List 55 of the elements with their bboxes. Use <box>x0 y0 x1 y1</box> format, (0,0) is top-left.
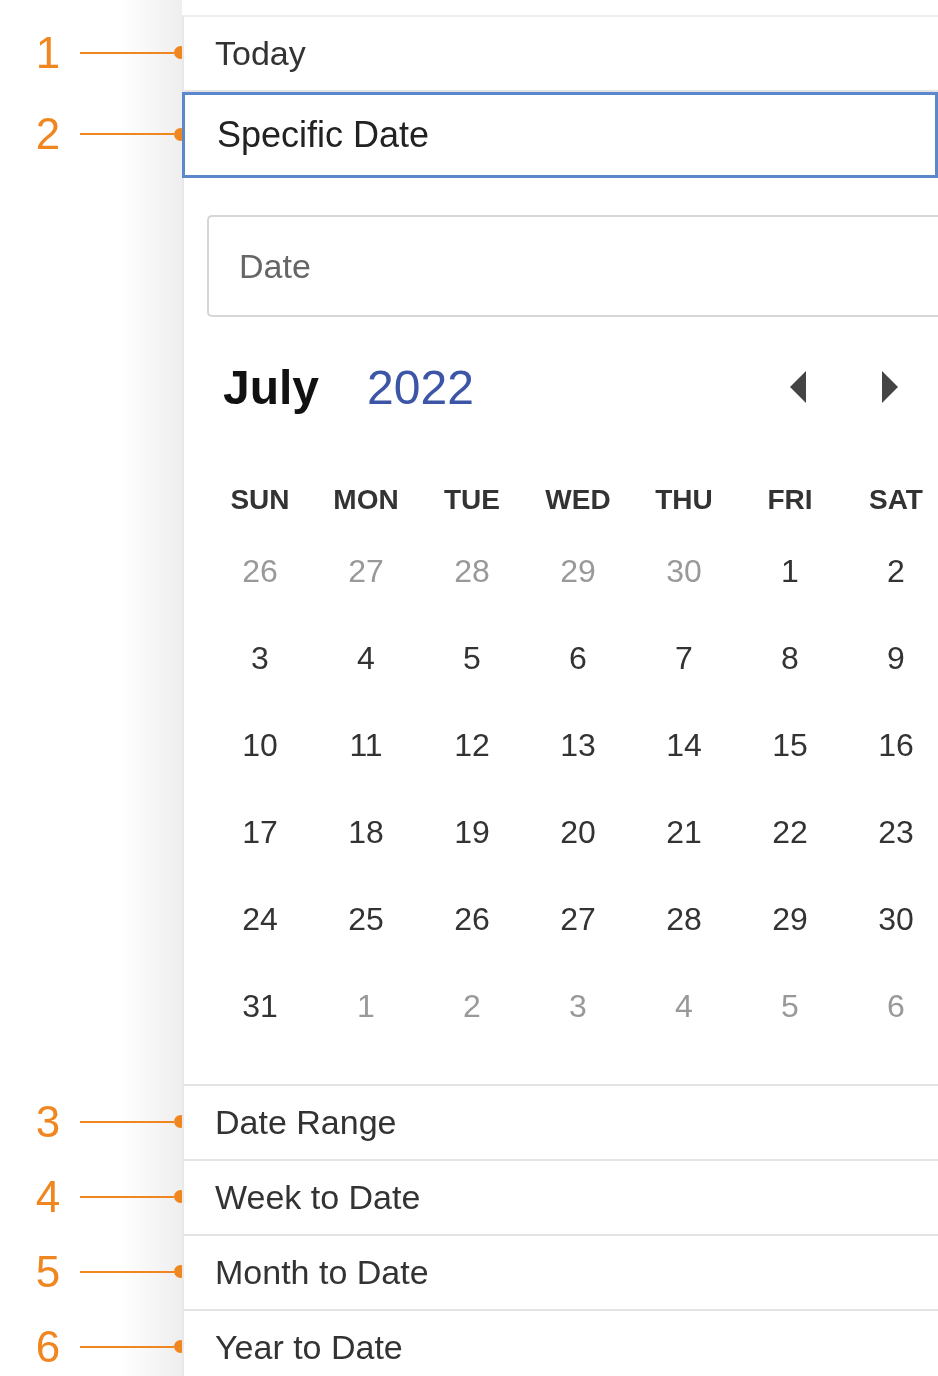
weekday-label: WED <box>545 484 611 516</box>
day-cell[interactable]: 6 <box>569 640 587 677</box>
day-cell[interactable]: 25 <box>348 901 384 938</box>
day-cell[interactable]: 20 <box>560 814 596 851</box>
day-cell[interactable]: 12 <box>454 727 490 764</box>
day-cell[interactable]: 17 <box>242 814 278 851</box>
day-cell[interactable]: 13 <box>560 727 596 764</box>
day-cell[interactable]: 19 <box>454 814 490 851</box>
day-cell[interactable]: 15 <box>772 727 808 764</box>
weekday-label: SUN <box>230 484 290 516</box>
day-cell[interactable]: 10 <box>242 727 278 764</box>
menu-option[interactable]: Week to Date <box>184 1161 938 1234</box>
year-label[interactable]: 2022 <box>367 359 474 415</box>
day-cell[interactable]: 1 <box>781 553 799 590</box>
day-cell[interactable]: 11 <box>349 727 383 764</box>
day-cell[interactable]: 8 <box>781 640 799 677</box>
weekday-label: FRI <box>767 484 813 516</box>
menu-option[interactable]: Month to Date <box>184 1236 938 1309</box>
callout-number: 4 <box>34 1171 62 1222</box>
menu-option[interactable]: Date Range <box>184 1086 938 1159</box>
day-cell[interactable]: 4 <box>357 640 375 677</box>
day-cell[interactable]: 18 <box>348 814 384 851</box>
day-cell[interactable]: 30 <box>878 901 914 938</box>
weekday-label: MON <box>333 484 399 516</box>
callout-number: 1 <box>34 27 62 78</box>
day-cell[interactable]: 7 <box>675 640 693 677</box>
weekday-label: THU <box>655 484 713 516</box>
day-cell[interactable]: 31 <box>242 988 278 1025</box>
day-cell[interactable]: 16 <box>878 727 914 764</box>
weekday-label: TUE <box>444 484 500 516</box>
next-month-icon[interactable] <box>880 369 900 405</box>
day-cell[interactable]: 27 <box>560 901 596 938</box>
menu-option[interactable]: Year to Date <box>184 1311 938 1376</box>
day-cell[interactable]: 22 <box>772 814 808 851</box>
month-label: July <box>223 359 320 415</box>
weekday-label: SAT <box>869 484 923 516</box>
menu-option[interactable]: Today <box>184 17 938 90</box>
day-cell[interactable]: 3 <box>251 640 269 677</box>
day-cell[interactable]: 21 <box>666 814 702 851</box>
date-field[interactable]: Date <box>207 215 938 317</box>
day-cell[interactable]: 9 <box>887 640 905 677</box>
day-cell[interactable]: 2 <box>887 553 905 590</box>
day-cell[interactable]: 24 <box>242 901 278 938</box>
day-cell[interactable]: 14 <box>666 727 702 764</box>
callout-number: 3 <box>34 1096 62 1147</box>
previous-month-icon[interactable] <box>788 369 808 405</box>
menu-option[interactable]: Specific Date <box>182 92 938 178</box>
day-cell[interactable]: 28 <box>666 901 702 938</box>
callout-number: 2 <box>34 109 62 159</box>
day-cell[interactable]: 23 <box>878 814 914 851</box>
day-cell[interactable]: 5 <box>463 640 481 677</box>
day-cell[interactable]: 29 <box>772 901 808 938</box>
callout-number: 5 <box>34 1246 62 1297</box>
callout-number: 6 <box>34 1321 62 1372</box>
day-cell[interactable]: 26 <box>454 901 490 938</box>
